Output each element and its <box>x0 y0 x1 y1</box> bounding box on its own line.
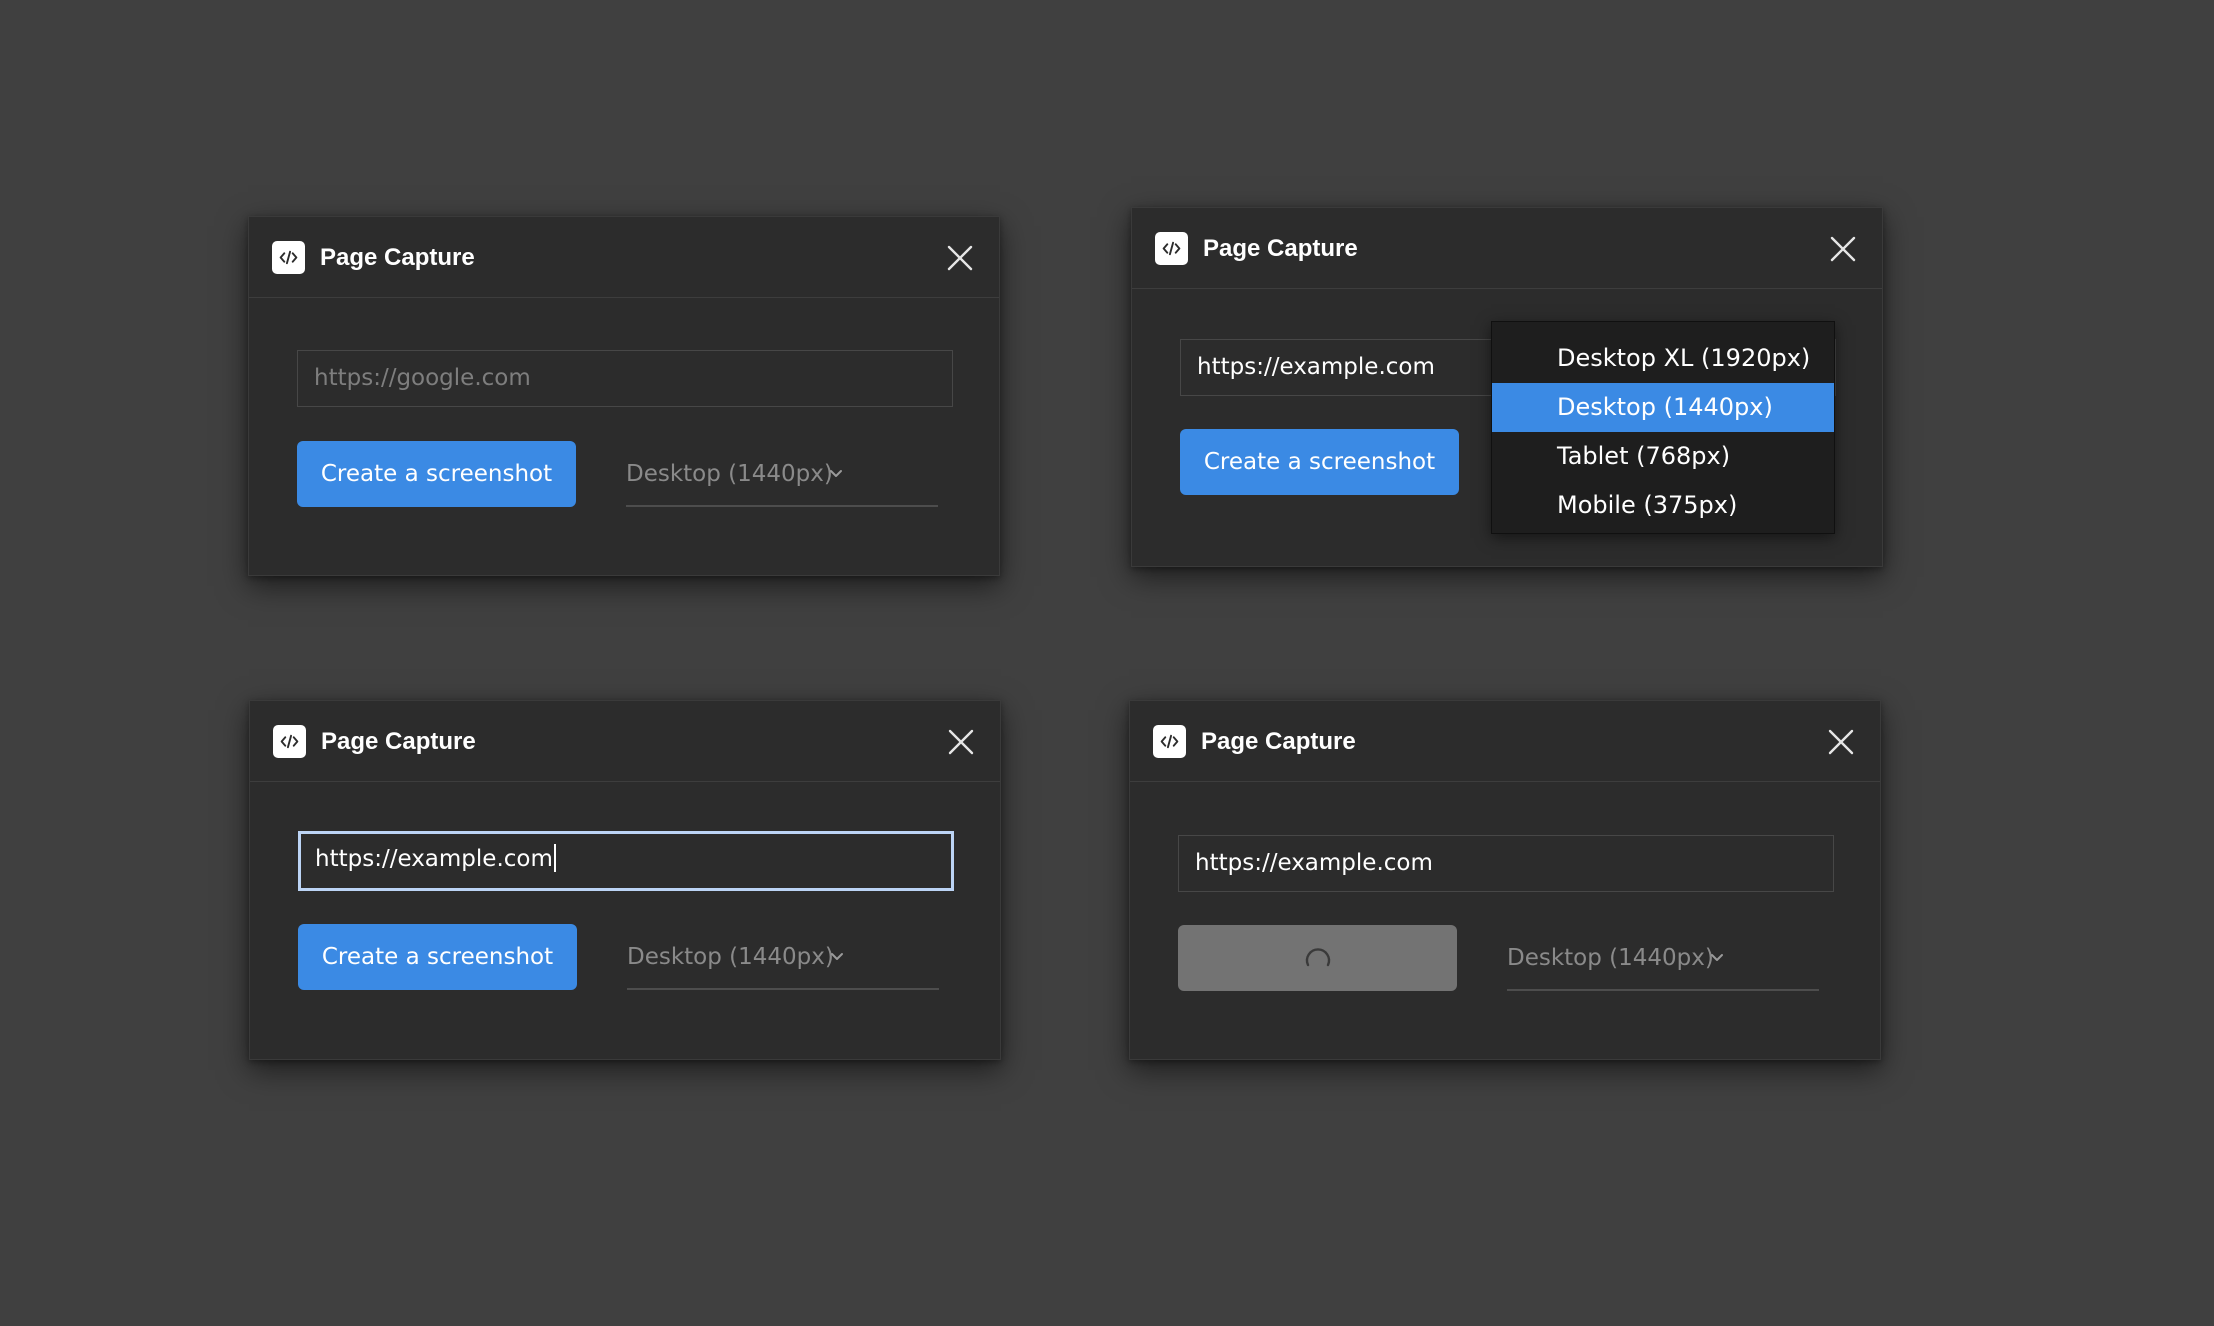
text-caret <box>553 844 556 872</box>
create-screenshot-button[interactable]: Create a screenshot <box>1180 429 1459 495</box>
panel-title: Page Capture <box>320 244 475 271</box>
page-capture-panel: Page Capture https://example.com Desktop… <box>1129 700 1881 1060</box>
create-screenshot-button[interactable]: Create a screenshot <box>298 924 577 990</box>
panel-title: Page Capture <box>321 728 476 755</box>
create-screenshot-button[interactable]: Create a screenshot <box>297 441 576 507</box>
loading-spinner-icon <box>1305 948 1330 967</box>
code-icon <box>1153 725 1186 758</box>
panel-header: Page Capture <box>250 701 1000 782</box>
panel-header: Page Capture <box>1132 208 1882 289</box>
chevron-down-icon <box>830 470 842 477</box>
code-icon <box>273 725 306 758</box>
dropdown-option-selected[interactable]: Desktop (1440px) <box>1492 383 1834 432</box>
panel-title: Page Capture <box>1203 235 1358 262</box>
page-capture-panel: Page Capture https://example.com Create … <box>249 700 1001 1060</box>
dropdown-option[interactable]: Tablet (768px) <box>1492 432 1834 481</box>
dropdown-option[interactable]: Desktop XL (1920px) <box>1492 334 1834 383</box>
panel-header: Page Capture <box>1130 701 1880 782</box>
viewport-select[interactable]: Desktop (1440px) <box>627 924 939 990</box>
url-input[interactable]: https://example.com <box>1178 835 1834 892</box>
viewport-select[interactable]: Desktop (1440px) <box>626 441 938 507</box>
panel-header: Page Capture <box>249 217 999 298</box>
create-screenshot-button-loading[interactable] <box>1178 925 1457 991</box>
url-input-value: https://example.com <box>315 846 553 872</box>
dropdown-option[interactable]: Mobile (375px) <box>1492 481 1834 530</box>
page-capture-panel: Page Capture https://google.com Create a… <box>248 216 1000 576</box>
close-icon[interactable] <box>947 245 973 271</box>
code-icon <box>272 241 305 274</box>
close-icon[interactable] <box>1830 236 1856 262</box>
code-icon <box>1155 232 1188 265</box>
url-input[interactable]: https://google.com <box>297 350 953 407</box>
viewport-select-value: Desktop (1440px) <box>1507 945 1714 971</box>
chevron-down-icon <box>831 953 843 960</box>
close-icon[interactable] <box>948 729 974 755</box>
close-icon[interactable] <box>1828 729 1854 755</box>
chevron-down-icon <box>1711 954 1723 961</box>
viewport-dropdown-menu: Desktop XL (1920px) Desktop (1440px) Tab… <box>1491 321 1835 534</box>
viewport-select-value: Desktop (1440px) <box>627 944 834 970</box>
url-input-focused[interactable]: https://example.com <box>298 831 954 891</box>
panel-title: Page Capture <box>1201 728 1356 755</box>
viewport-select-value: Desktop (1440px) <box>626 461 833 487</box>
viewport-select[interactable]: Desktop (1440px) <box>1507 925 1819 991</box>
